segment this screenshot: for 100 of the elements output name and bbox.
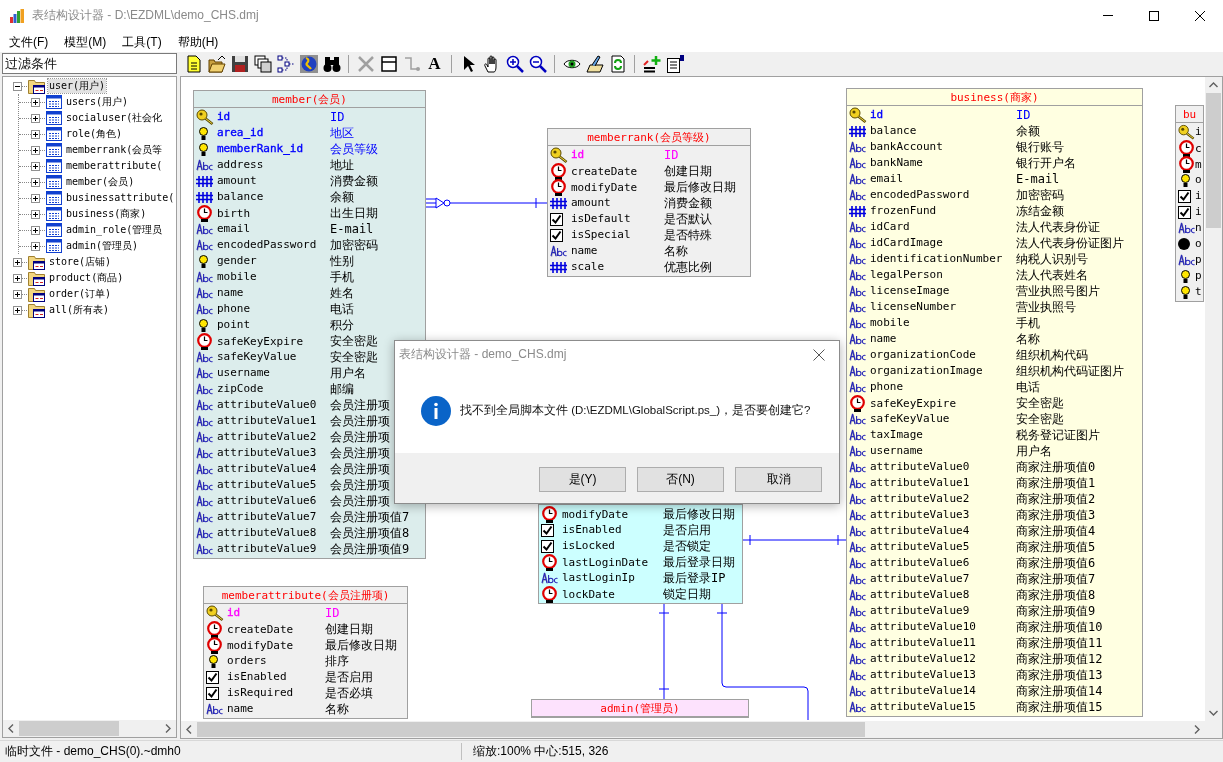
field-name: id	[870, 108, 884, 122]
expand-icon[interactable]	[13, 257, 22, 267]
tree-item[interactable]: all(所有表)	[48, 303, 111, 317]
expand-icon[interactable]	[31, 129, 40, 139]
refresh-document-icon[interactable]	[608, 55, 627, 73]
field-name: area_id	[217, 126, 264, 140]
field-name: p	[1195, 269, 1202, 283]
expand-icon[interactable]	[13, 273, 22, 283]
yes-button[interactable]: 是(Y)	[539, 467, 626, 492]
field-comment: 邮编	[330, 381, 354, 397]
rectangle-icon[interactable]	[379, 55, 398, 73]
text-type-icon	[196, 399, 213, 411]
expand-icon[interactable]	[31, 97, 40, 107]
text-type-icon	[196, 431, 213, 443]
expand-icon[interactable]	[13, 305, 22, 315]
field-comment: 加密密码	[330, 237, 378, 253]
expand-icon[interactable]	[31, 241, 40, 251]
wrench-plus-icon[interactable]	[642, 55, 661, 73]
scroll-left-icon[interactable]	[8, 724, 14, 733]
entity-table[interactable]: bu i c m o i i n o p p t	[1175, 105, 1204, 302]
expand-icon[interactable]	[31, 177, 40, 187]
expand-icon[interactable]	[31, 209, 40, 219]
menu-item[interactable]: 文件(F)	[0, 32, 56, 51]
tree-item[interactable]: socialuser(社会化	[65, 111, 164, 125]
bar-chart-icon	[10, 8, 24, 23]
expand-icon[interactable]	[13, 289, 22, 299]
table-title: bu	[1182, 106, 1197, 122]
text-tool-button[interactable]: A	[423, 53, 446, 75]
entity-table[interactable]	[846, 88, 1143, 717]
entity-table[interactable]: modifyDate 最后修改日期 isEnabled 是否启用 isLocked 是否锁定 lastLoginDate 最后登录日期 lastLoginIp 最后登录IP lockDate 锁定日期	[538, 504, 743, 604]
field-comment: 安全密匙	[1016, 411, 1064, 427]
scrollbar-thumb[interactable]	[197, 722, 865, 737]
binoculars-icon[interactable]	[322, 55, 341, 73]
tree-item[interactable]: store(店铺)	[48, 255, 113, 269]
tree-item[interactable]: memberrank(会员等	[65, 143, 164, 157]
field-name: amount	[571, 196, 611, 210]
tree-item[interactable]: memberattribute(	[65, 159, 164, 173]
expand-icon[interactable]	[31, 113, 40, 123]
scroll-up-icon[interactable]	[1209, 82, 1218, 88]
text-type-icon	[849, 685, 866, 697]
field-name: licenseNumber	[870, 300, 957, 314]
text-type-icon	[849, 573, 866, 585]
tree-item[interactable]: member(会员)	[65, 175, 136, 189]
folder-icon	[28, 286, 45, 302]
zoom-out-icon[interactable]	[528, 55, 547, 73]
field-name: encodedPassword	[870, 188, 970, 202]
tree-item[interactable]: admin_role(管理员	[65, 223, 164, 237]
field-comment: E-mail	[1016, 171, 1060, 187]
no-button[interactable]: 否(N)	[637, 467, 724, 492]
tree-item[interactable]: businessattribute(	[65, 191, 176, 205]
cancel-button[interactable]: 取消	[735, 467, 822, 492]
drawing-tile-icon[interactable]	[585, 55, 604, 73]
text-type-icon	[196, 271, 213, 283]
node-diagram-icon[interactable]	[276, 55, 295, 73]
field-comment: 会员等级	[330, 141, 378, 157]
scroll-left-icon[interactable]	[186, 725, 192, 734]
scroll-down-icon[interactable]	[1209, 710, 1218, 716]
lightbulb-icon	[1181, 173, 1190, 187]
expand-icon[interactable]	[31, 225, 40, 235]
scroll-right-icon[interactable]	[165, 724, 171, 733]
tree-item[interactable]: order(订单)	[48, 287, 113, 301]
zoom-in-icon[interactable]	[505, 55, 524, 73]
menu-item[interactable]: 模型(M)	[55, 32, 114, 51]
field-name: isEnabled	[227, 670, 287, 684]
tree-item[interactable]: user(用户)	[48, 79, 107, 93]
globe-icon[interactable]	[299, 55, 318, 73]
entity-table[interactable]: memberrank(会员等级) id ID createDate 创建日期 modifyDate 最后修改日期 amount 消费金额 isDefault 是否默认 isSpecial 是否特殊 name 名称 scale 优惠比例	[547, 128, 751, 277]
field-name: i	[1195, 125, 1202, 139]
field-name: safeKeyValue	[217, 350, 297, 364]
expand-icon[interactable]	[31, 145, 40, 155]
tree-item[interactable]: users(用户)	[65, 95, 130, 109]
text-type-icon	[849, 461, 866, 473]
scrollbar-thumb[interactable]	[1206, 93, 1221, 228]
filter-field[interactable]: 过滤条件	[2, 53, 177, 74]
expand-icon[interactable]	[31, 193, 40, 203]
field-name: balance	[870, 124, 917, 138]
tree-item[interactable]: role(角色)	[65, 127, 124, 141]
document-icon[interactable]	[184, 55, 203, 73]
text-type-icon	[196, 495, 213, 507]
tree-item[interactable]: admin(管理员)	[65, 239, 140, 253]
field-name: mobile	[217, 270, 257, 284]
folder-icon	[28, 254, 45, 270]
menu-item[interactable]: 工具(T)	[113, 32, 169, 51]
field-name: zipCode	[217, 382, 264, 396]
field-comment: 会员注册项	[330, 445, 390, 461]
menu-item[interactable]: 帮助(H)	[168, 32, 226, 51]
field-name: attributeValue14	[870, 684, 976, 698]
field-comment: 会员注册项值7	[330, 509, 410, 525]
expand-icon[interactable]	[31, 161, 40, 171]
folder-icon[interactable]	[207, 55, 226, 73]
entity-table[interactable]: memberattribute(会员注册项) id ID createDate 创建日期 modifyDate 最后修改日期 orders 排序 isEnabled 是否启用 isRequired 是否必填 name 名称	[203, 586, 408, 719]
field-comment: 是否锁定	[663, 538, 711, 554]
windows-icon[interactable]	[253, 55, 272, 73]
field-comment: 商家注册项值10	[1016, 619, 1103, 635]
tree-item[interactable]: business(商家)	[65, 207, 148, 221]
scroll-right-icon[interactable]	[1194, 725, 1200, 734]
form-icon[interactable]	[665, 55, 684, 73]
collapse-icon[interactable]	[13, 81, 22, 91]
scrollbar-thumb[interactable]	[19, 721, 119, 736]
tree-item[interactable]: product(商品)	[48, 271, 125, 285]
